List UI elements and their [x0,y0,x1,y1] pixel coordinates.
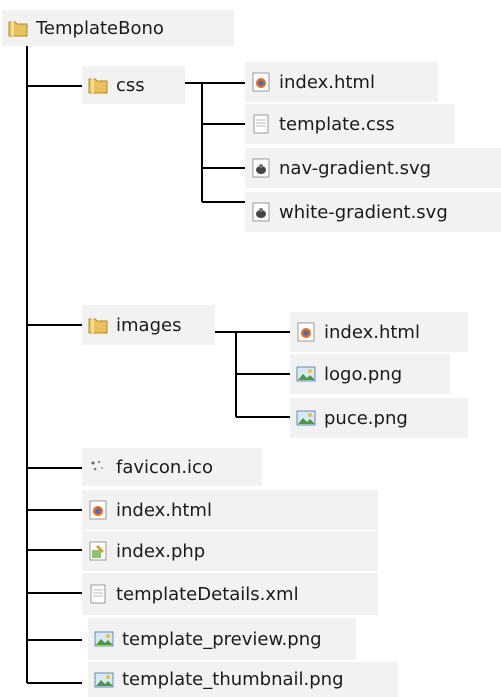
image-file-icon [94,631,114,647]
text-file-icon [253,114,269,134]
file-label: index.html [279,71,375,93]
images-file-logo-png[interactable]: logo.png [290,354,450,394]
css-file-template-css[interactable]: template.css [245,104,455,144]
css-file-white-gradient-svg[interactable]: white-gradient.svg [245,192,501,232]
file-label: template_thumbnail.png [122,669,344,690]
folder-icon [88,318,108,334]
root-file-templatedetails-xml[interactable]: templateDetails.xml [82,573,378,615]
php-file-icon [89,541,107,561]
image-file-icon [94,672,114,687]
firefox-html-icon [89,500,107,520]
folder-icon [8,21,28,37]
file-label: template.css [279,113,395,135]
image-file-icon [296,366,316,382]
file-label: favicon.ico [116,456,213,478]
file-label: index.html [116,499,212,521]
text-file-icon [90,584,106,604]
file-label: index.php [116,540,206,562]
image-file-icon [296,410,316,426]
images-file-index-html[interactable]: index.html [290,312,468,352]
root-folder[interactable]: TemplateBono [2,10,234,46]
firefox-html-icon [252,72,270,92]
css-file-nav-gradient-svg[interactable]: nav-gradient.svg [245,148,501,188]
file-label: templateDetails.xml [116,583,299,605]
root-folder-label: TemplateBono [36,17,164,39]
file-label: template_preview.png [122,628,322,650]
css-file-index-html[interactable]: index.html [245,62,438,102]
file-label: nav-gradient.svg [279,157,432,179]
file-label: puce.png [324,407,408,429]
folder-icon [88,78,108,94]
root-file-index-php[interactable]: index.php [82,531,378,571]
ico-file-icon [91,460,103,471]
root-file-favicon-ico[interactable]: favicon.ico [82,448,262,486]
folder-css[interactable]: css [82,66,185,104]
svg-file-icon [252,202,270,222]
root-file-template-preview-png[interactable]: template_preview.png [88,618,356,660]
images-file-puce-png[interactable]: puce.png [290,398,468,438]
folder-css-label: css [116,74,145,96]
file-label: logo.png [324,363,403,385]
root-file-template-thumbnail-png[interactable]: template_thumbnail.png [88,662,398,697]
folder-images-label: images [116,314,182,336]
folder-images[interactable]: images [82,305,215,345]
root-file-index-html[interactable]: index.html [82,490,378,530]
file-label: index.html [324,321,420,343]
svg-file-icon [252,158,270,178]
firefox-html-icon [297,322,315,342]
file-label: white-gradient.svg [279,201,448,223]
